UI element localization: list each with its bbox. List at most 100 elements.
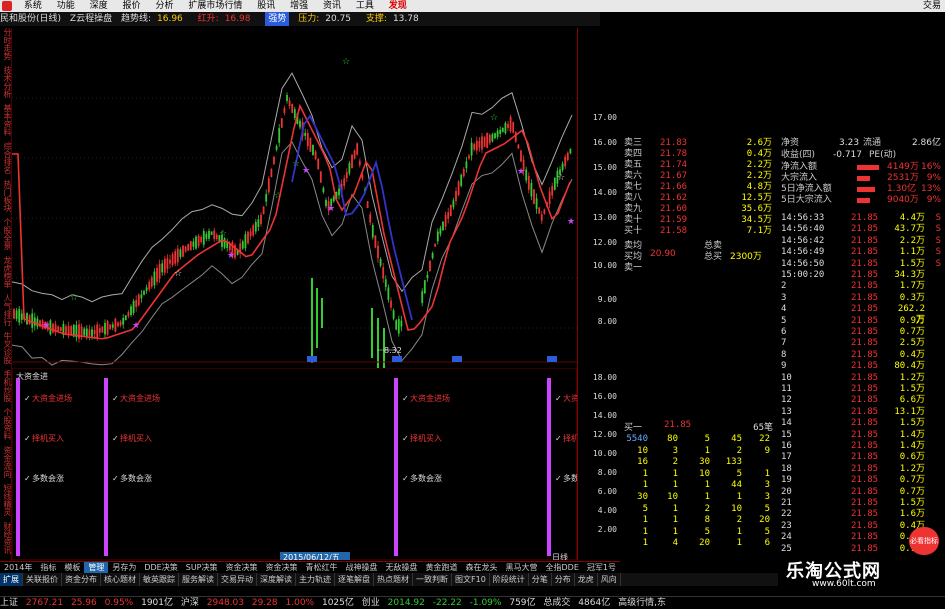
net-assets-value: 3.23: [839, 138, 860, 148]
menu-system[interactable]: 系统: [18, 0, 48, 12]
menu-extended-market[interactable]: 扩展市场行情: [182, 0, 248, 12]
left-tab[interactable]: 热门板块: [0, 180, 12, 212]
left-tab[interactable]: 短线精灵: [0, 484, 12, 516]
menu-analysis[interactable]: 分析: [149, 0, 179, 12]
left-tab[interactable]: 技术分析: [0, 66, 12, 98]
function-tab[interactable]: 关联报价: [23, 573, 62, 586]
candle-body: [158, 263, 161, 279]
flow-axis-tick: 12.00: [592, 430, 617, 439]
indicator-tab[interactable]: 森在龙头: [462, 562, 502, 573]
function-tab[interactable]: 逐笔解盘: [335, 573, 374, 586]
cy-value: 2014.92: [387, 598, 425, 608]
function-tab[interactable]: 图文F10: [452, 573, 490, 586]
indicator-tab[interactable]: DDE决策: [140, 562, 181, 573]
sell-star-marker: ★: [517, 167, 525, 177]
menu-stock-news[interactable]: 股讯: [251, 0, 281, 12]
candle-body: [182, 245, 184, 257]
indicator-tab[interactable]: 管理: [84, 562, 109, 573]
function-tab[interactable]: 分布: [552, 573, 575, 586]
depth-cell: 1: [642, 526, 648, 537]
chart-title-bar: 民和股份(日线) Z云程操盘 趋势线: 16.96 红升: 16.98 强势 压力:…: [0, 12, 600, 26]
indicator-tab[interactable]: 黑马大营: [502, 562, 542, 573]
menu-info[interactable]: 资讯: [317, 0, 347, 12]
signal-label: 择机买入: [32, 433, 64, 443]
left-tab[interactable]: 人气排行: [0, 294, 12, 326]
indicator-tab[interactable]: 模板: [60, 562, 84, 573]
menu-tools[interactable]: 工具: [350, 0, 380, 12]
function-tab[interactable]: 龙虎: [575, 573, 598, 586]
function-tab[interactable]: 一致判断: [413, 573, 452, 586]
menu-depth[interactable]: 深度: [84, 0, 114, 12]
event-marker[interactable]: [392, 356, 402, 362]
left-tab[interactable]: 综合排名: [0, 142, 12, 174]
sh-label[interactable]: 上证: [0, 597, 18, 609]
menu-trade[interactable]: 交易: [923, 0, 941, 12]
function-tab[interactable]: 热点题材: [374, 573, 413, 586]
indicator-tab[interactable]: 指标: [36, 562, 60, 573]
indicator-tab[interactable]: 另存为: [108, 562, 140, 573]
candle-body: [553, 177, 556, 190]
price-chart[interactable]: ☆☆☆☆☆☆☆☆★ ★★★★★★ 8.32: [12, 28, 577, 368]
sz-label[interactable]: 沪深: [181, 597, 199, 609]
function-tab[interactable]: 阶段统计: [490, 573, 529, 586]
event-marker[interactable]: [307, 356, 317, 362]
function-tab[interactable]: 交易异动: [218, 573, 257, 586]
function-tab[interactable]: 扩展: [0, 573, 23, 586]
formula-name[interactable]: Z云程操盘: [70, 12, 112, 26]
indicator-tab[interactable]: 战神操盘: [342, 562, 382, 573]
period-label[interactable]: 日线: [552, 552, 568, 560]
function-tab[interactable]: 核心题材: [101, 573, 140, 586]
menu-enhance[interactable]: 增强: [284, 0, 314, 12]
function-tab[interactable]: 服务解读: [179, 573, 218, 586]
tick-list[interactable]: 14:56:33 21.85 4.4万 S 14:56:40 21.85 43.7万 S 14:…: [777, 213, 945, 558]
event-marker[interactable]: [452, 356, 462, 362]
candle-body: [189, 241, 192, 251]
function-tab[interactable]: 资金分布: [62, 573, 101, 586]
function-tab[interactable]: 深度解读: [257, 573, 296, 586]
menu-discover[interactable]: 发现: [383, 0, 413, 12]
candle-body: [52, 323, 54, 333]
function-tab[interactable]: 风向: [598, 573, 621, 586]
sell-star-marker: ★: [567, 217, 575, 227]
left-tab[interactable]: 分时走势: [0, 28, 12, 60]
candle-body: [439, 228, 442, 235]
tick-row: 21 21.85 1.5万: [779, 498, 943, 509]
function-tab[interactable]: 分笔: [529, 573, 552, 586]
indicator-tab[interactable]: 青松红牛: [302, 562, 342, 573]
left-tab[interactable]: 资金流向: [0, 446, 12, 478]
cy-label[interactable]: 创业: [362, 597, 380, 609]
left-tab[interactable]: 手机炒股: [0, 370, 12, 402]
depth-cell: 3: [764, 492, 770, 502]
depth-cell: 5: [704, 526, 710, 537]
indicator-tab[interactable]: 冠军1号: [583, 562, 620, 573]
indicator-tab[interactable]: 无敌操盘: [382, 562, 422, 573]
function-tab[interactable]: 敏英跟踪: [140, 573, 179, 586]
depth-cell: 1: [672, 515, 678, 526]
signal-label: 择机买入: [410, 433, 442, 443]
depth-cell: 1: [642, 480, 648, 491]
menu-quote[interactable]: 报价: [117, 0, 147, 12]
depth-cell: 2: [736, 445, 742, 456]
tick-row: 22 21.85 1.6万: [779, 509, 943, 520]
left-tab[interactable]: 个股全景: [0, 218, 12, 250]
function-tab[interactable]: 主力轨迹: [296, 573, 335, 586]
indicator-tab[interactable]: 黄金跑道: [422, 562, 462, 573]
price-axis-tick: 17.00: [592, 113, 617, 122]
candle-body: [59, 327, 62, 332]
event-marker[interactable]: [547, 356, 557, 362]
candle-body: [509, 116, 512, 132]
capital-flow-indicator[interactable]: 大资金进 ✓ 大资金进场✓ 择机买入✓ 多数会涨✓ 大资金进场✓ 择机买入✓ 多数会涨✓ 大资…: [12, 368, 577, 560]
left-tab[interactable]: 财经资讯: [0, 522, 12, 554]
indicator-tab[interactable]: 资金决策: [222, 562, 262, 573]
indicator-tab[interactable]: 资金决策: [262, 562, 302, 573]
left-tab[interactable]: 牛叉诊股: [0, 332, 12, 364]
indicator-tab[interactable]: 全指DDE: [542, 562, 583, 573]
candle-body: [447, 212, 450, 219]
site-watermark: 必看指标 乐淘公式网 www.60lt.com: [778, 527, 945, 596]
tick-time: 20: [781, 486, 792, 497]
indicator-tab[interactable]: SUP决策: [182, 562, 222, 573]
left-tab[interactable]: 个股资料: [0, 408, 12, 440]
menu-function[interactable]: 功能: [51, 0, 81, 12]
left-tab[interactable]: 基本资料: [0, 104, 12, 136]
left-tab[interactable]: 龙虎榜单: [0, 256, 12, 288]
